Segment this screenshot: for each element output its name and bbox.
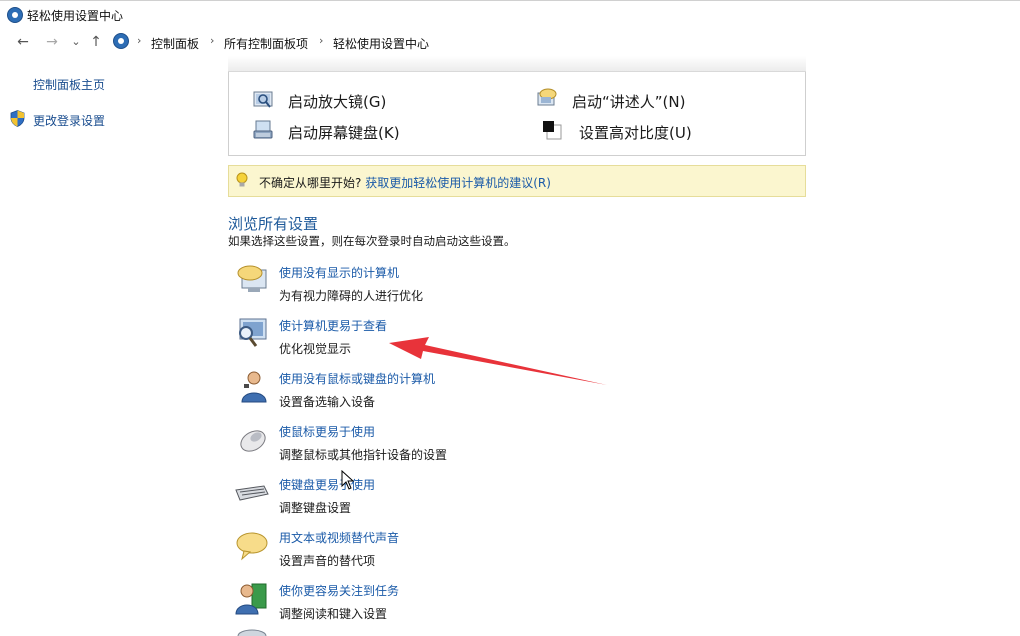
tip-question: 不确定从哪里开始? bbox=[259, 176, 362, 190]
high-contrast-icon bbox=[543, 121, 562, 140]
setting-description: 调整鼠标或其他指针设备的设置 bbox=[279, 448, 448, 462]
next-item-icon bbox=[237, 629, 267, 636]
setting-description: 为有视力障碍的人进行优化 bbox=[279, 289, 424, 303]
get-recommendations-link[interactable]: 获取更加轻松使用计算机的建议(R) bbox=[365, 176, 551, 190]
breadcrumb-separator-icon: › bbox=[137, 34, 142, 47]
panel-header-strip bbox=[228, 56, 806, 72]
setting-description: 优化视觉显示 bbox=[279, 342, 352, 356]
setting-link[interactable]: 用文本或视频替代声音 bbox=[279, 529, 399, 546]
breadcrumb-item[interactable]: 所有控制面板项 bbox=[224, 35, 308, 52]
narrator-icon bbox=[537, 88, 557, 106]
start-on-screen-keyboard-link[interactable]: 启动屏幕键盘(K) bbox=[288, 122, 400, 143]
lightbulb-icon bbox=[236, 172, 248, 187]
setting-link[interactable]: 使鼠标更易于使用 bbox=[279, 423, 375, 440]
setting-description: 调整键盘设置 bbox=[279, 501, 352, 515]
start-narrator-link[interactable]: 启动“讲述人”(N) bbox=[572, 91, 685, 112]
setting-link[interactable]: 使你更容易关注到任务 bbox=[279, 582, 399, 599]
no-display-icon bbox=[237, 265, 267, 292]
uac-shield-icon bbox=[10, 110, 25, 127]
history-dropdown-button[interactable]: ⌄ bbox=[67, 33, 85, 51]
setting-link[interactable]: 使计算机更易于查看 bbox=[279, 317, 387, 334]
start-magnifier-link[interactable]: 启动放大镜(G) bbox=[288, 91, 386, 112]
keyboard-icon bbox=[235, 485, 269, 501]
tip-text: 不确定从哪里开始? 获取更加轻松使用计算机的建议(R) bbox=[259, 174, 551, 191]
window-title: 轻松使用设置中心 bbox=[27, 9, 124, 23]
location-icon bbox=[113, 33, 129, 49]
speech-bubble-icon bbox=[236, 532, 268, 561]
set-high-contrast-link[interactable]: 设置高对比度(U) bbox=[579, 122, 692, 143]
monitor-magnifier-icon bbox=[239, 318, 267, 347]
section-description: 如果选择这些设置，则在每次登录时自动启动这些设置。 bbox=[228, 234, 516, 248]
back-button[interactable]: ← bbox=[14, 33, 32, 51]
change-login-settings-link[interactable]: 更改登录设置 bbox=[33, 112, 105, 129]
setting-link[interactable]: 使键盘更易于使用 bbox=[279, 476, 375, 493]
setting-description: 调整阅读和键入设置 bbox=[279, 607, 388, 621]
title-bar bbox=[0, 0, 1020, 31]
forward-button[interactable]: → bbox=[43, 33, 61, 51]
on-screen-keyboard-icon bbox=[253, 120, 273, 139]
setting-description: 设置声音的替代项 bbox=[279, 554, 376, 568]
person-icon bbox=[241, 371, 267, 403]
breadcrumb-separator-icon: › bbox=[210, 34, 215, 47]
control-panel-home-link[interactable]: 控制面板主页 bbox=[33, 76, 105, 93]
ease-of-access-icon bbox=[7, 7, 23, 23]
section-title: 浏览所有设置 bbox=[228, 215, 319, 233]
annotation-arrow-icon bbox=[389, 337, 607, 385]
breadcrumb-item[interactable]: 轻松使用设置中心 bbox=[333, 35, 429, 52]
mouse-icon bbox=[240, 430, 266, 452]
breadcrumb-separator-icon: › bbox=[319, 34, 324, 47]
magnifier-icon bbox=[253, 91, 273, 108]
person-book-icon bbox=[235, 583, 267, 615]
breadcrumb-item[interactable]: 控制面板 bbox=[151, 35, 199, 52]
up-button[interactable]: ↑ bbox=[87, 33, 105, 51]
setting-description: 设置备选输入设备 bbox=[279, 395, 376, 409]
cursor-icon bbox=[341, 470, 355, 490]
setting-link[interactable]: 使用没有显示的计算机 bbox=[279, 264, 399, 281]
